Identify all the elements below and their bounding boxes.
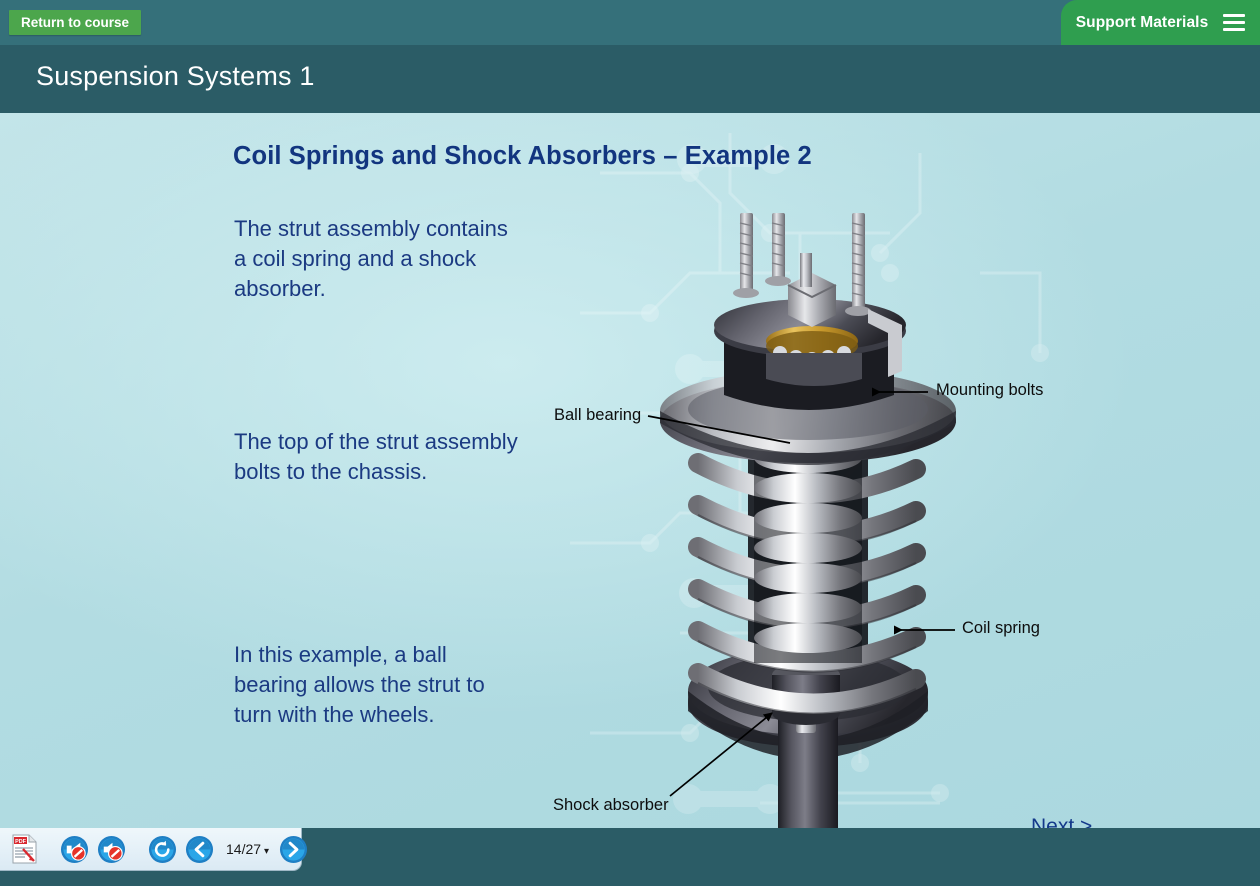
support-materials-tab[interactable]: Support Materials xyxy=(1061,0,1260,45)
return-to-course-button[interactable]: Return to course xyxy=(9,10,142,35)
next-slide-icon[interactable] xyxy=(279,835,308,864)
callout-ball-bearing: Ball bearing xyxy=(554,406,642,424)
callout-mounting-bolts: Mounting bolts xyxy=(936,381,1044,399)
page-indicator-value: 14/27 xyxy=(226,841,262,857)
svg-text:PDF: PDF xyxy=(15,839,26,845)
pdf-document-icon[interactable]: PDF xyxy=(11,834,38,864)
callout-coil-spring: Coil spring xyxy=(962,619,1040,637)
page-title: Suspension Systems 1 xyxy=(36,61,315,91)
next-link[interactable]: Next > xyxy=(1031,815,1092,828)
callout-leader-lines xyxy=(647,387,955,797)
autoplay-off-icon[interactable] xyxy=(60,835,89,864)
bottom-bar: PDF 14/27 ▾ xyxy=(0,828,1260,886)
page-indicator[interactable]: 14/27 ▾ xyxy=(226,841,269,857)
previous-slide-icon[interactable] xyxy=(185,835,214,864)
course-title-bar: Suspension Systems 1 xyxy=(0,45,1260,113)
replay-icon[interactable] xyxy=(148,835,177,864)
chevron-down-icon[interactable]: ▾ xyxy=(264,846,269,857)
course-player: Return to course Support Materials Suspe… xyxy=(0,0,1260,886)
slide-content-area: Coil Springs and Shock Absorbers – Examp… xyxy=(0,113,1260,828)
audio-mute-icon[interactable] xyxy=(97,835,126,864)
top-strip: Return to course Support Materials xyxy=(0,0,1260,45)
support-materials-label: Support Materials xyxy=(1075,13,1209,31)
player-toolbar: PDF 14/27 ▾ xyxy=(0,828,308,871)
hamburger-menu-icon[interactable] xyxy=(1223,14,1246,31)
callout-shock-absorber: Shock absorber xyxy=(553,796,669,814)
